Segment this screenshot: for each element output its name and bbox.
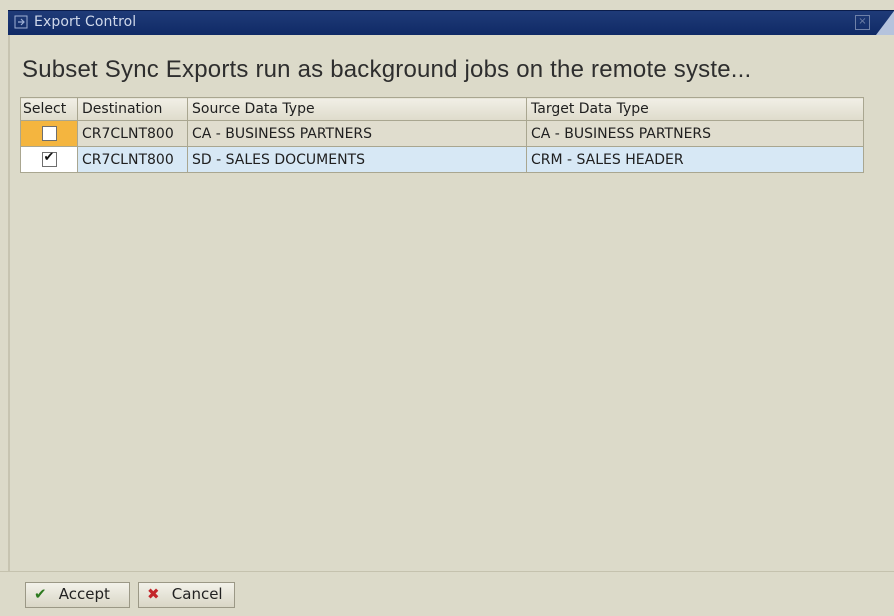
table-header-row: Select Destination Source Data Type Targ… — [20, 97, 864, 121]
destination-cell: CR7CLNT800 — [77, 146, 188, 173]
column-header-source[interactable]: Source Data Type — [187, 97, 527, 121]
select-checkbox[interactable] — [41, 126, 57, 141]
window-title: Export Control — [34, 14, 137, 30]
target-cell: CRM - SALES HEADER — [526, 146, 864, 173]
button-bar: ✔ Accept ✖ Cancel — [0, 571, 894, 616]
window-icon — [14, 15, 28, 29]
accept-label: Accept — [58, 585, 110, 603]
close-icon[interactable]: × — [855, 15, 870, 30]
export-control-window: Export Control × Subset Sync Exports run… — [0, 0, 894, 616]
info-banner: Subset Sync Exports run as background jo… — [22, 56, 752, 83]
checkbox-mark: ✔ — [43, 150, 55, 165]
title-bar[interactable]: Export Control × — [8, 10, 894, 35]
column-header-target[interactable]: Target Data Type — [526, 97, 864, 121]
export-table: Select Destination Source Data Type Targ… — [20, 97, 864, 173]
title-corner — [876, 11, 894, 35]
source-cell: CA - BUSINESS PARTNERS — [187, 120, 527, 147]
cancel-label: Cancel — [171, 585, 223, 603]
select-checkbox[interactable]: ✔ — [41, 150, 57, 167]
select-cell[interactable] — [20, 120, 78, 147]
select-cell[interactable]: ✔ — [20, 146, 78, 173]
target-cell: CA - BUSINESS PARTNERS — [526, 120, 864, 147]
source-cell: SD - SALES DOCUMENTS — [187, 146, 527, 173]
cross-icon: ✖ — [147, 585, 160, 603]
destination-cell: CR7CLNT800 — [77, 120, 188, 147]
table-row[interactable]: ✔ CR7CLNT800 SD - SALES DOCUMENTS CRM - … — [20, 146, 864, 173]
cancel-button[interactable]: ✖ Cancel — [138, 582, 235, 608]
table-row[interactable]: CR7CLNT800 CA - BUSINESS PARTNERS CA - B… — [20, 120, 864, 147]
column-header-select[interactable]: Select — [20, 97, 78, 121]
accept-button[interactable]: ✔ Accept — [25, 582, 130, 608]
checkmark-icon: ✔ — [34, 585, 47, 603]
column-header-destination[interactable]: Destination — [77, 97, 188, 121]
